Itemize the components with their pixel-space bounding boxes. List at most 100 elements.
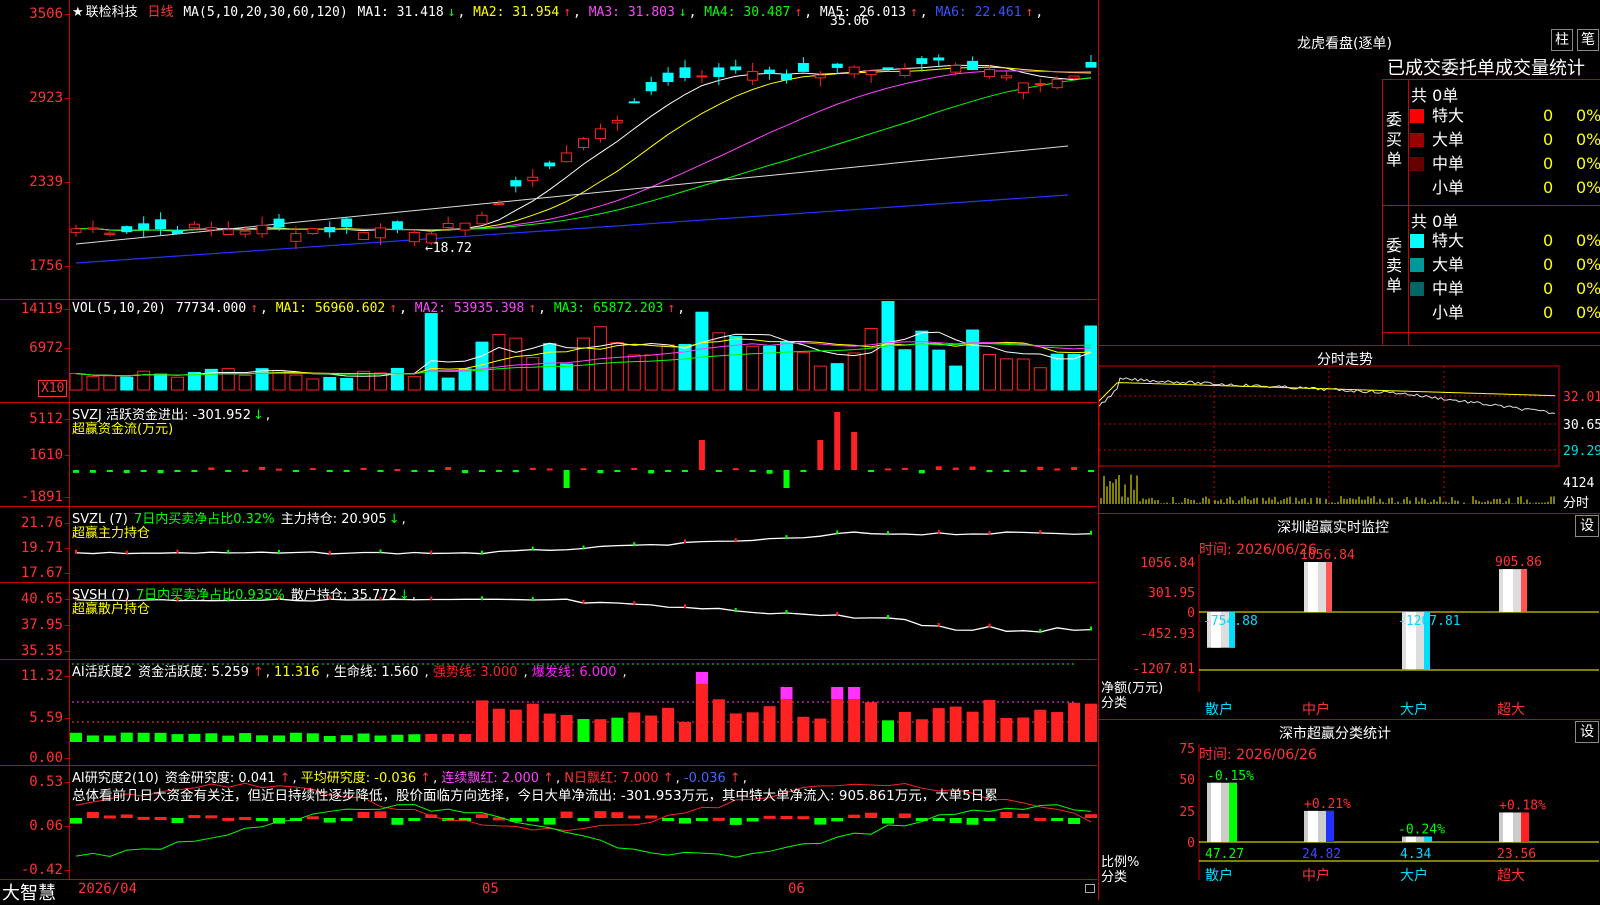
ai-research-panel[interactable]: 0.53 0.06 -0.42 AI研究度2(10) 资金研究度: 0.041 ↑… [0, 766, 1097, 880]
tick-mark [887, 614, 889, 619]
order-row: 大单 0 0% [1408, 128, 1600, 152]
candle [121, 226, 133, 233]
period-label[interactable]: 日线 [148, 5, 174, 20]
flow-bar [428, 470, 435, 472]
volume-bar [746, 345, 760, 391]
volume-bar [1016, 358, 1030, 391]
flow-bar [868, 470, 875, 472]
candle [324, 227, 336, 233]
volume-bar [509, 337, 523, 391]
flow-bar [292, 470, 299, 472]
order-size: 小单 [1432, 303, 1465, 322]
flow-bar [462, 470, 469, 474]
candle [375, 227, 386, 239]
flow-bar [1020, 470, 1027, 472]
intraday-chart[interactable] [1099, 346, 1600, 514]
volume-bar [238, 374, 252, 391]
order-row: 中单 0 0% [1408, 277, 1600, 301]
candlestick-chart[interactable] [0, 0, 1097, 300]
research-bar [306, 816, 319, 820]
bar-view-tab[interactable]: 柱 [1551, 29, 1573, 51]
color-swatch [1410, 181, 1424, 195]
change-label: +0.21% [1304, 797, 1351, 812]
favorite-star-icon[interactable]: ★ [72, 5, 84, 20]
volume-bar [340, 377, 354, 391]
flow-bar [851, 432, 858, 470]
ratio-value-label: 24.82 [1302, 847, 1341, 862]
bar-edge [1521, 812, 1529, 842]
activity-bar [560, 714, 573, 742]
candle [713, 67, 725, 77]
activity-bar [1034, 709, 1047, 742]
bar-highlight [1308, 562, 1318, 612]
tick-mark [734, 607, 737, 612]
order-pct: 0% [1576, 106, 1600, 125]
activity-bar [763, 706, 776, 742]
date-label: 05 [482, 881, 499, 897]
volume-bar [898, 349, 912, 391]
flow-bar [935, 466, 942, 470]
flow-bar [783, 470, 790, 488]
tick-view-tab[interactable]: 笔 [1577, 29, 1599, 51]
trend-arrow: ↑ [794, 5, 803, 20]
volume-bar [306, 378, 320, 391]
intraday-panel[interactable]: 分时走势 32.01 30.65 29.29 4124 分时 [1098, 345, 1600, 513]
longhu-title: 龙虎看盘(逐单) [1297, 36, 1392, 52]
candle [814, 74, 826, 79]
candle [645, 82, 657, 92]
activity-bar [222, 735, 235, 742]
candle [510, 180, 522, 187]
svzj-panel[interactable]: 5112 1610 -1891 SVZJ 活跃资金进出: -301.952 ↓, … [0, 403, 1097, 507]
divider [1382, 79, 1383, 345]
candle [527, 176, 539, 182]
flow-bar [225, 470, 232, 472]
flow-bar [495, 470, 502, 472]
flow-bar [276, 468, 282, 471]
research-bar [357, 811, 370, 818]
kline-panel[interactable]: 3506 2923 2339 1756 ★ 联检科技 日线 MA(5,10,20,… [0, 0, 1097, 300]
monitor-tick: -452.93 [1140, 627, 1195, 642]
trend-arrow: ↓ [447, 5, 456, 20]
activity-bar [746, 712, 759, 742]
flow-bar [512, 470, 519, 473]
flow-bar [614, 470, 621, 472]
ma-line [75, 70, 1092, 231]
ratio-value-label: 23.56 [1497, 847, 1536, 862]
tick-mark [328, 550, 331, 555]
tick-mark [1090, 530, 1092, 535]
bar-highlight [1503, 812, 1513, 842]
ai-active-header: AI活跃度2 资金活跃度: 5.259 ↑, 11.316, 生命线: 1.560… [72, 665, 627, 680]
svsh-panel[interactable]: 40.65 37.95 35.35 SVSH (7) 7日内买卖净占比0.935… [0, 583, 1097, 660]
candle [1068, 75, 1080, 79]
svzl-panel[interactable]: 21.76 19.71 17.67 SVZL (7) 7日内买卖净占比0.32%… [0, 507, 1097, 583]
research-green-line [75, 804, 1092, 858]
candle [87, 227, 99, 230]
activity-bar [103, 735, 116, 742]
classify-bar-chart: 75 50 25 0 -0.15% 47.27 散户 +0.21% 24.82 中户 -0.24% 4… [1179, 742, 1599, 884]
research-bar [712, 817, 725, 821]
candle [544, 162, 556, 167]
category-label: 大户 [1400, 701, 1428, 718]
research-bar [171, 818, 184, 824]
volume-bar [577, 337, 590, 391]
activity-bar [492, 708, 505, 742]
color-swatch [1410, 109, 1424, 123]
trend-arrow: ↑ [389, 301, 398, 316]
ai-active-panel[interactable]: 11.32 5.59 0.00 AI活跃度2 资金活跃度: 5.259 ↑, 11… [0, 660, 1097, 766]
activity-bar [949, 706, 962, 742]
volume-panel[interactable]: 14119 6972 X10 VOL(5,10,20) 77734.000 ↑, … [0, 300, 1097, 403]
lock-icon[interactable] [1085, 884, 1095, 893]
flow-bar [360, 467, 367, 470]
candle [459, 222, 471, 231]
activity-bar [442, 734, 455, 742]
candle [764, 69, 776, 74]
activity-bar [408, 734, 421, 742]
intraday-tick: 29.29 [1563, 444, 1600, 459]
order-pct: 0% [1576, 231, 1600, 250]
candle [594, 128, 606, 140]
activity-bar [611, 717, 624, 742]
candle [273, 218, 285, 228]
flow-bar [529, 467, 536, 470]
activity-bar [86, 735, 99, 742]
high-price-mark: 35.06 [830, 14, 870, 29]
